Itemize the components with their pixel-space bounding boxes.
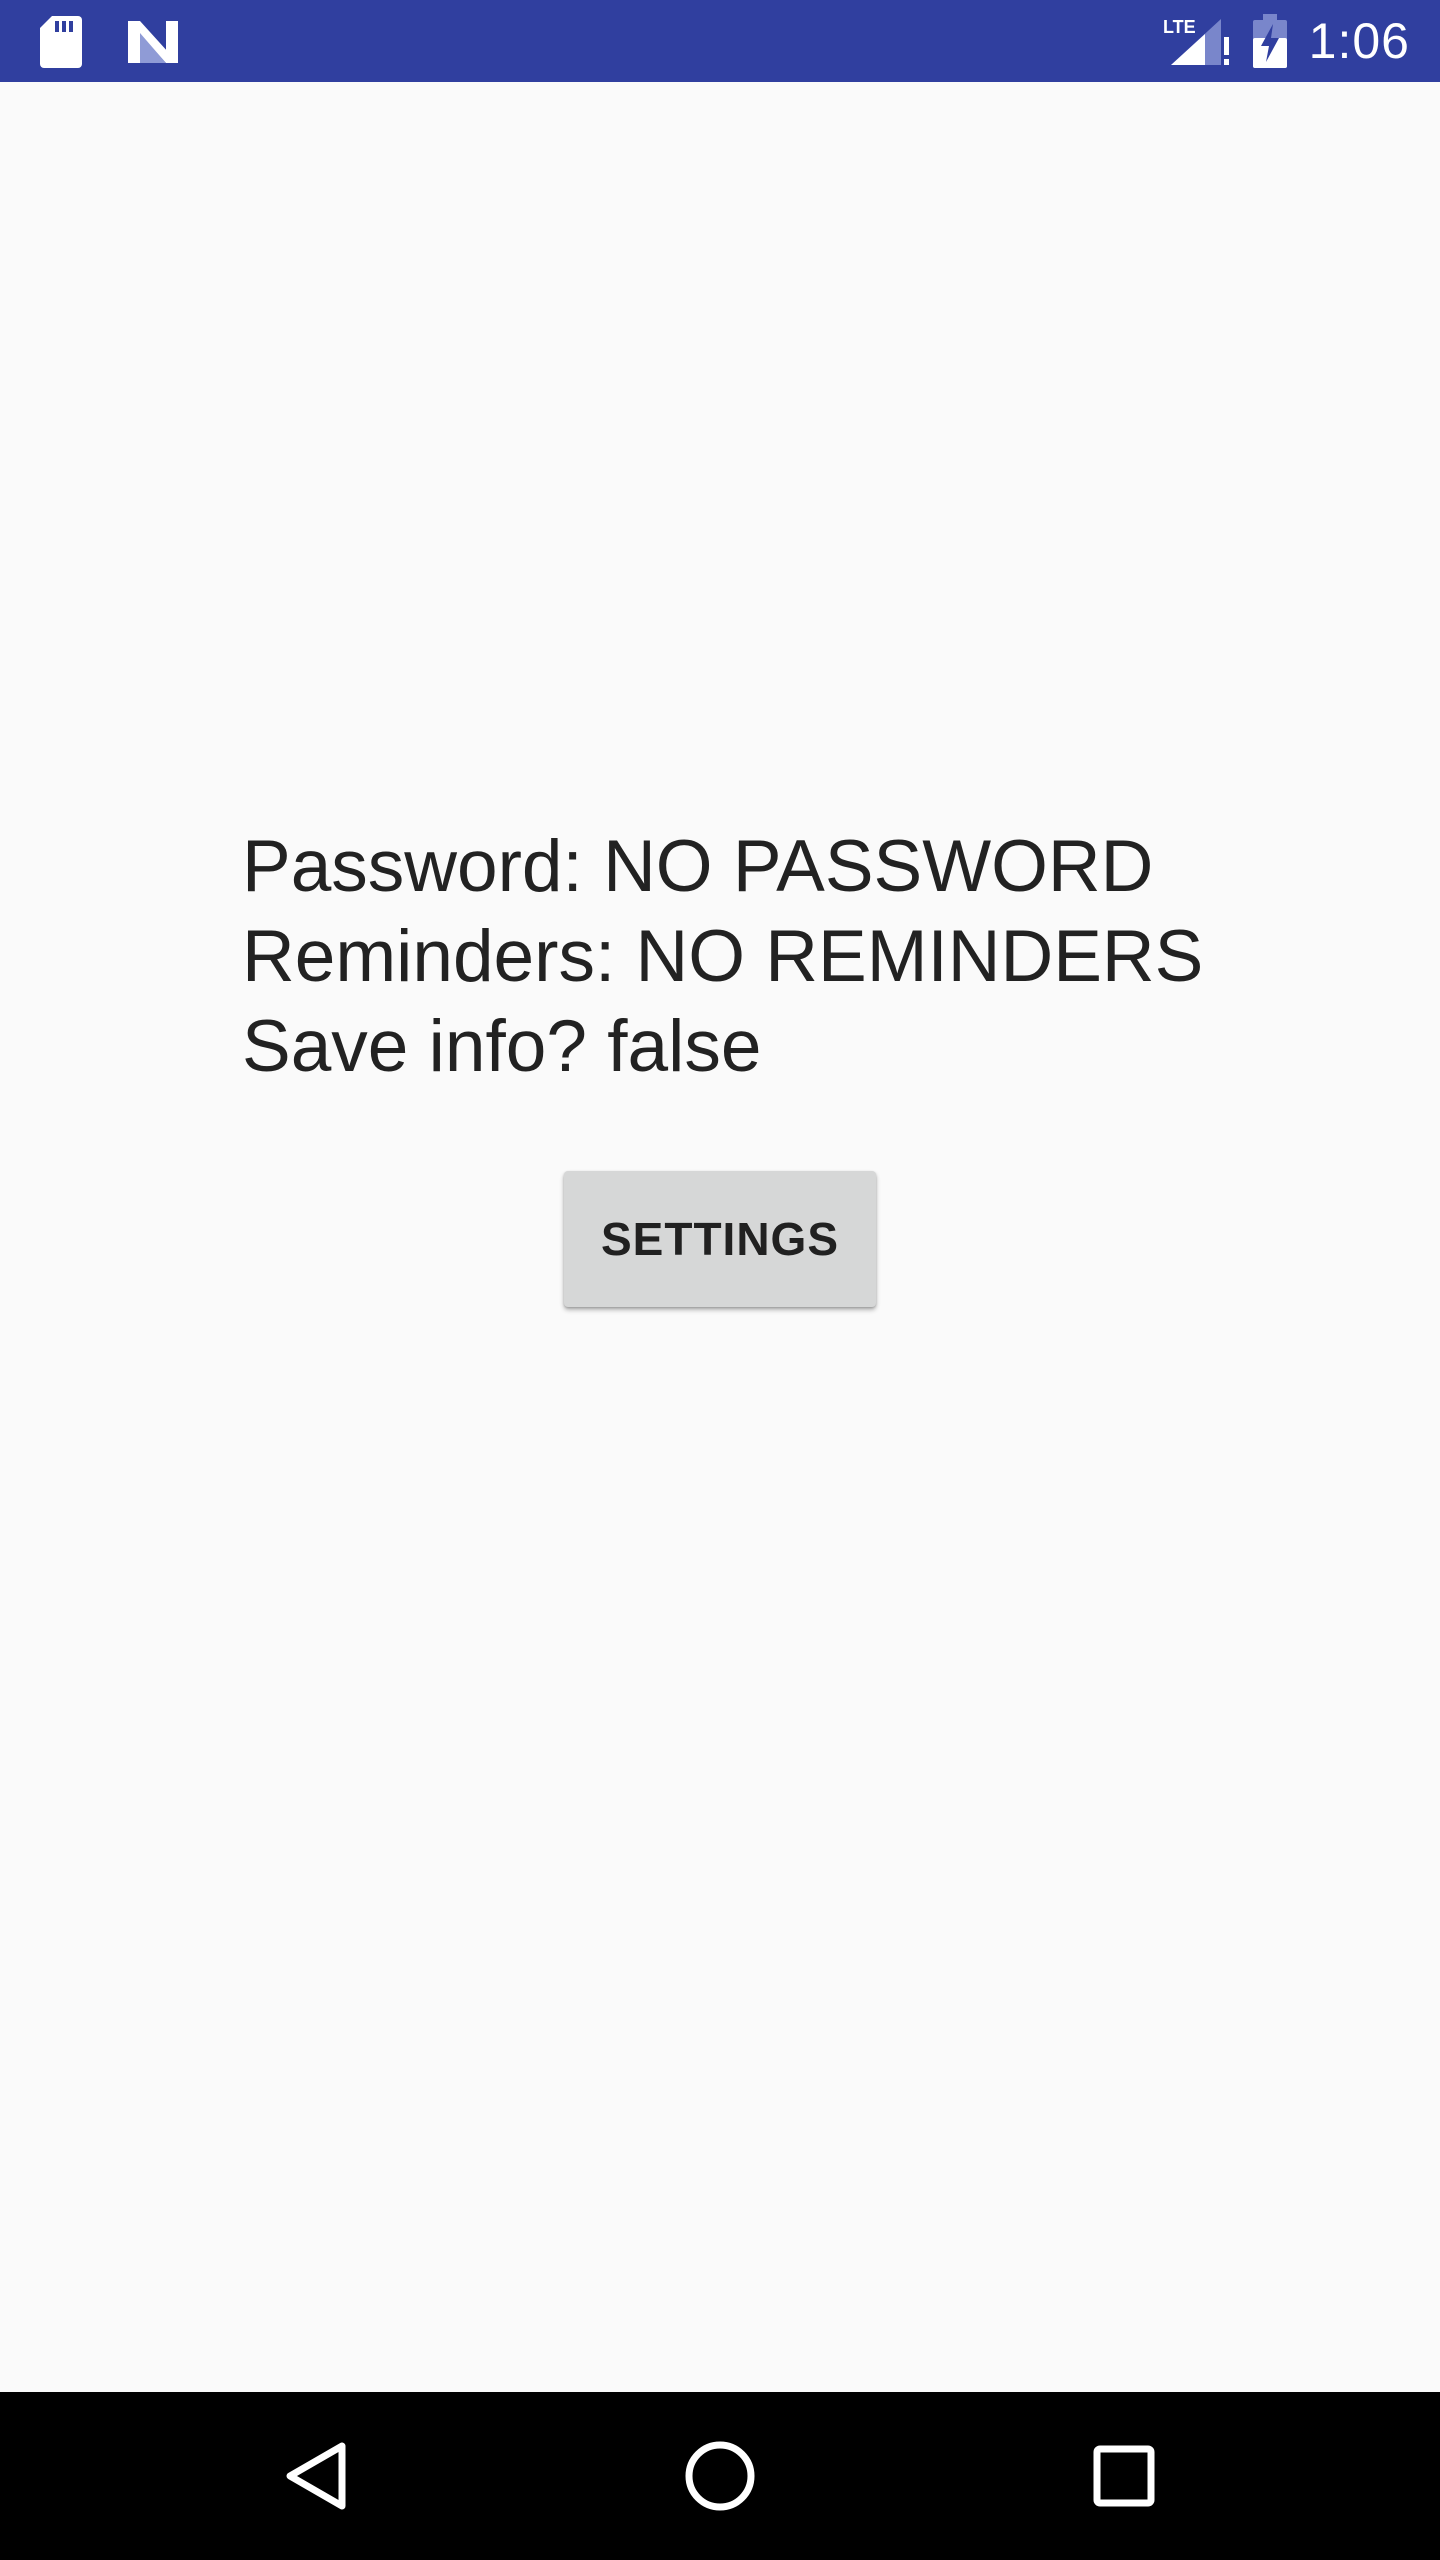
status-notifications: [40, 16, 180, 68]
reminders-text: Reminders: NO REMINDERS: [242, 916, 1204, 997]
navigation-bar: [0, 2392, 1440, 2560]
n-logo-icon: [126, 19, 180, 65]
back-button[interactable]: [266, 2426, 366, 2526]
password-text: Password: NO PASSWORD: [242, 826, 1154, 907]
status-system: LTE 1:06: [1163, 0, 1410, 82]
home-icon: [684, 2440, 756, 2512]
home-button[interactable]: [670, 2426, 770, 2526]
svg-text:LTE: LTE: [1163, 17, 1196, 37]
lte-signal-icon: LTE: [1163, 15, 1231, 67]
recents-icon: [1093, 2445, 1155, 2507]
save-info-text: Save info? false: [242, 1006, 762, 1087]
battery-charging-icon: [1252, 14, 1287, 68]
recents-button[interactable]: [1074, 2426, 1174, 2526]
sd-card-icon: [40, 16, 82, 68]
app-screen: LTE 1:06 Password: NO PASSWORD Reminders…: [0, 0, 1440, 2560]
settings-button[interactable]: SETTINGS: [564, 1171, 876, 1307]
main-content: Password: NO PASSWORD Reminders: NO REMI…: [0, 82, 1440, 2392]
back-icon: [284, 2440, 348, 2512]
status-time: 1:06: [1308, 13, 1410, 69]
preferences-summary: Password: NO PASSWORD Reminders: NO REMI…: [242, 822, 1203, 1092]
status-bar: LTE 1:06: [0, 0, 1440, 82]
